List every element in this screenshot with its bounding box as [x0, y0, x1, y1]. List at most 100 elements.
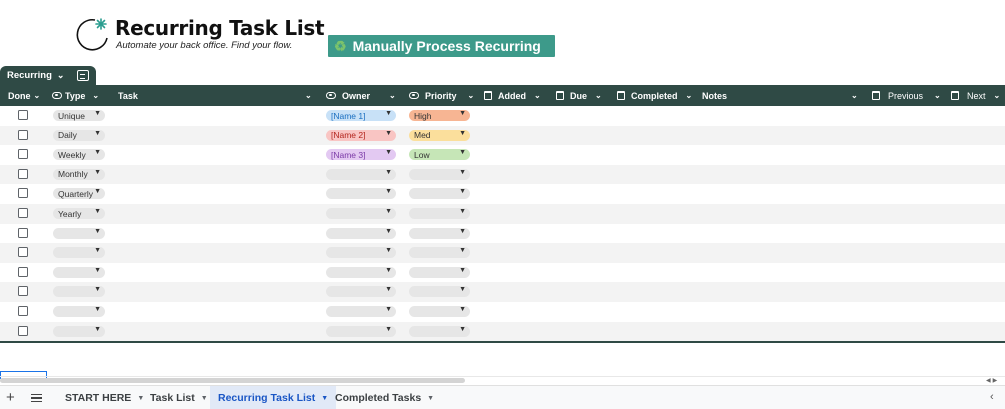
horizontal-scrollbar-thumb[interactable] — [0, 378, 465, 383]
scroll-arrows-icon[interactable]: ◀▶ — [986, 377, 999, 384]
chevron-down-icon[interactable]: ⌄ — [389, 91, 396, 100]
column-header-added[interactable]: Added ⌄ — [484, 85, 541, 106]
priority-dropdown[interactable]: ▼ — [409, 227, 470, 239]
owner-dropdown[interactable]: ▼ — [326, 266, 396, 278]
chevron-down-icon[interactable]: ⌄ — [57, 70, 65, 81]
chevron-down-icon[interactable]: ⌄ — [34, 91, 41, 100]
chevron-down-icon[interactable]: ⌄ — [534, 91, 541, 100]
done-checkbox[interactable] — [18, 149, 28, 160]
priority-dropdown[interactable]: High ▼ — [409, 110, 470, 121]
dropdown-arrow-icon: ▼ — [459, 188, 466, 196]
chevron-down-icon[interactable]: ⌄ — [595, 91, 602, 100]
column-header-done[interactable]: Done ⌄ — [8, 85, 40, 106]
type-dropdown[interactable]: ▼ — [53, 266, 105, 278]
priority-dropdown[interactable]: Med ▼ — [409, 129, 470, 141]
priority-dropdown[interactable]: Low ▼ — [409, 149, 470, 161]
owner-dropdown[interactable]: ▼ — [326, 247, 396, 259]
type-dropdown-value: Unique — [58, 110, 85, 121]
column-header-completed[interactable]: Completed ⌄ — [617, 85, 692, 106]
owner-dropdown[interactable]: [Name 3] ▼ — [326, 149, 396, 161]
done-checkbox[interactable] — [18, 325, 28, 336]
type-dropdown[interactable]: Yearly ▼ — [53, 208, 105, 219]
priority-dropdown[interactable]: ▼ — [409, 325, 470, 337]
owner-dropdown[interactable]: ▼ — [326, 286, 396, 298]
type-dropdown[interactable]: ▼ — [53, 325, 105, 337]
column-label-completed: Completed — [631, 90, 678, 101]
dropdown-arrow-icon: ▼ — [385, 208, 392, 215]
done-checkbox[interactable] — [18, 208, 28, 218]
done-checkbox[interactable] — [18, 286, 28, 297]
dropdown-type-icon — [52, 92, 62, 99]
done-checkbox[interactable] — [18, 188, 28, 199]
type-dropdown[interactable]: ▼ — [53, 306, 105, 317]
tab-menu-arrow-icon[interactable]: ▼ — [201, 395, 208, 402]
chevron-down-icon[interactable]: ⌄ — [468, 91, 475, 100]
column-header-notes[interactable]: Notes — [702, 85, 727, 106]
priority-dropdown[interactable]: ▼ — [409, 266, 470, 278]
dropdown-arrow-icon: ▼ — [385, 306, 392, 313]
type-dropdown[interactable]: Monthly ▼ — [53, 168, 105, 180]
column-header-type[interactable]: Type ⌄ — [52, 85, 99, 106]
done-checkbox[interactable] — [18, 227, 28, 238]
column-header-owner[interactable]: Owner ⌄ — [326, 85, 396, 106]
column-header-due[interactable]: Due ⌄ — [556, 85, 602, 106]
table-view-icon[interactable] — [77, 70, 90, 81]
chevron-down-icon[interactable]: ⌄ — [994, 91, 1001, 100]
priority-dropdown[interactable]: ▼ — [409, 208, 470, 219]
owner-dropdown[interactable]: ▼ — [326, 188, 396, 200]
manually-process-recurring-button[interactable]: ♻ Manually Process Recurring — [328, 35, 555, 57]
chevron-down-icon[interactable]: ⌄ — [305, 85, 312, 106]
column-label-task: Task — [118, 90, 138, 101]
chevron-down-icon[interactable]: ⌄ — [92, 91, 99, 100]
chevron-left-icon[interactable]: ‹ — [990, 391, 994, 403]
type-dropdown[interactable]: Weekly ▼ — [53, 149, 105, 161]
table-row: ▼ ▼ ▼ — [0, 263, 1005, 283]
owner-dropdown[interactable]: ▼ — [326, 208, 396, 219]
column-label-owner: Owner — [342, 90, 371, 101]
owner-dropdown[interactable]: ▼ — [326, 227, 396, 239]
type-dropdown[interactable]: ▼ — [53, 286, 105, 298]
owner-dropdown[interactable]: [Name 1] ▼ — [326, 110, 396, 121]
type-dropdown[interactable]: Daily ▼ — [53, 129, 105, 141]
done-checkbox[interactable] — [18, 306, 28, 316]
type-dropdown[interactable]: ▼ — [53, 227, 105, 239]
priority-dropdown[interactable]: ▼ — [409, 168, 470, 180]
table-row: Monthly ▼ ▼ ▼ — [0, 164, 1005, 185]
column-header-next[interactable]: Next ⌄ — [951, 85, 1000, 106]
priority-dropdown[interactable]: ▼ — [409, 286, 470, 298]
dropdown-arrow-icon: ▼ — [459, 110, 466, 117]
priority-dropdown-value: High — [414, 110, 432, 121]
done-checkbox[interactable] — [18, 110, 28, 120]
owner-dropdown[interactable]: ▼ — [326, 325, 396, 337]
sheet-tab[interactable]: START HERE ▼ — [57, 386, 152, 409]
chevron-down-icon[interactable]: ⌄ — [851, 85, 858, 106]
column-header-task[interactable]: Task — [118, 85, 138, 106]
priority-dropdown[interactable]: ▼ — [409, 306, 470, 317]
sheet-tab[interactable]: Recurring Task List ▼ — [210, 386, 337, 409]
type-dropdown[interactable]: Unique ▼ — [53, 110, 105, 121]
tab-menu-arrow-icon[interactable]: ▼ — [427, 395, 434, 402]
table-name-tab[interactable]: Recurring ⌄ — [0, 66, 96, 85]
sheet-tab-label: Completed Tasks — [335, 392, 422, 404]
type-dropdown[interactable]: ▼ — [53, 247, 105, 259]
priority-dropdown[interactable]: ▼ — [409, 188, 470, 200]
column-header-priority[interactable]: Priority ⌄ — [409, 85, 474, 106]
owner-dropdown[interactable]: [Name 2] ▼ — [326, 129, 396, 141]
calendar-icon — [951, 91, 959, 100]
all-sheets-menu-icon[interactable] — [31, 394, 42, 402]
owner-dropdown[interactable]: ▼ — [326, 306, 396, 317]
type-dropdown[interactable]: Quarterly ▼ — [53, 188, 105, 200]
done-checkbox[interactable] — [18, 168, 28, 179]
chevron-down-icon[interactable]: ⌄ — [934, 91, 941, 100]
chevron-down-icon[interactable]: ⌄ — [686, 91, 693, 100]
add-sheet-icon[interactable]: + — [6, 389, 15, 406]
sheet-tab[interactable]: Completed Tasks ▼ — [327, 386, 442, 409]
owner-dropdown[interactable]: ▼ — [326, 168, 396, 180]
priority-dropdown[interactable]: ▼ — [409, 247, 470, 259]
column-header-previous[interactable]: Previous ⌄ — [872, 85, 941, 106]
done-checkbox[interactable] — [18, 129, 28, 140]
dropdown-type-icon — [409, 92, 419, 99]
done-checkbox[interactable] — [18, 266, 28, 277]
sheet-tab[interactable]: Task List ▼ — [142, 386, 216, 409]
done-checkbox[interactable] — [18, 247, 28, 258]
